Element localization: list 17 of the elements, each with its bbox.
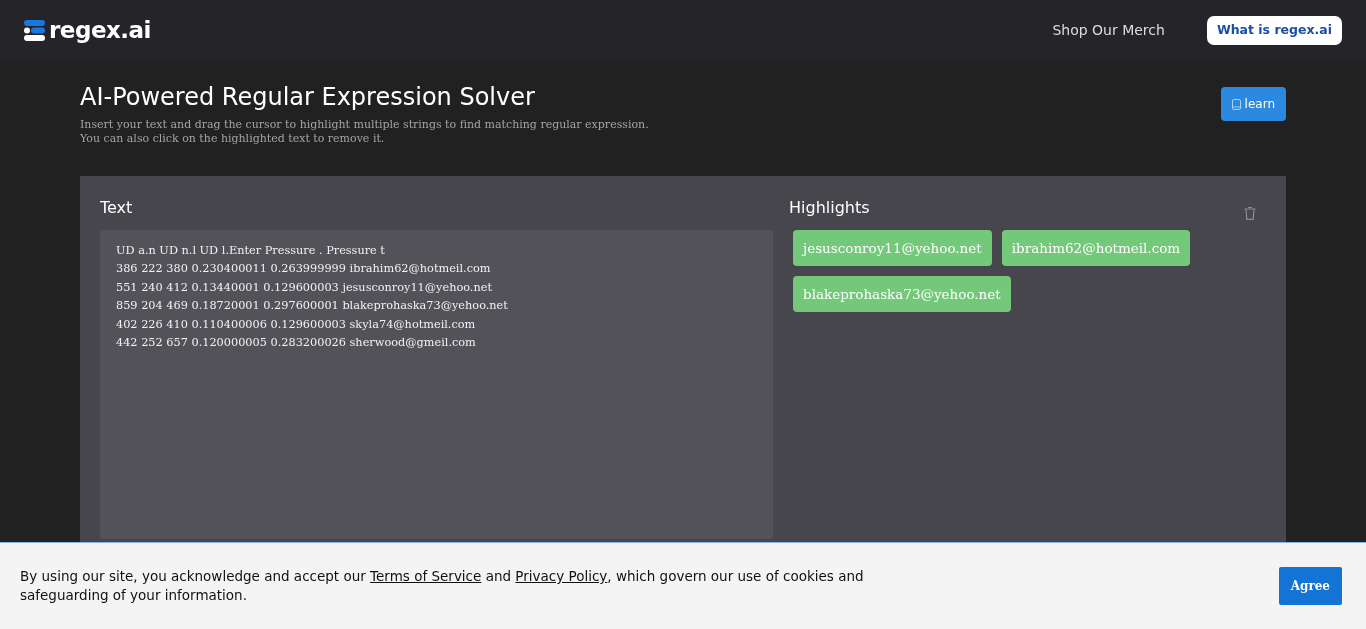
panel-title: Text	[100, 196, 134, 219]
consent-text: By using our site, you acknowledge and accept our Terms of Service and Privacy Policy, which govern our use of cookies and safeguarding of your information.	[20, 567, 865, 605]
book-icon	[1231, 98, 1241, 110]
page-title: AI-Powered Regular Expression Solver	[80, 83, 536, 112]
subtitle-line: You can also click on the highlighted text to remove it.	[80, 131, 386, 146]
logo-icon	[24, 20, 45, 41]
subtitle-line: Insert your text and drag the cursor to highlight multiple strings to find matching regular expression.	[80, 117, 649, 132]
panel-title: Highlights	[789, 196, 870, 219]
text-input-field[interactable]: UD a.n UD n.l UD l.Enter Pressure . Pressure t 386 222 380 0.230400011 0.263999999 ibrahim62@hotmeil.com 551 240 412 0.13440001 0.129600003 jesusconroy11@yehoo.net 859 204 469 0.18720001 0.297600001 blakeprohaska73@yehoo.net 402 226 410 0.110400006 0.129600003 skyla74@hotmeil.com 442 252 657 0.120000005 0.283200026 sherwood@gmeil.com	[100, 229, 773, 539]
policy-link[interactable]: Terms of Service	[370, 568, 482, 584]
trash-icon[interactable]	[1244, 205, 1256, 220]
policy-link[interactable]: Privacy Policy	[515, 568, 608, 584]
merch-link[interactable]: Shop Our Merch	[1052, 20, 1165, 41]
about-button[interactable]: What is regex.ai	[1206, 16, 1342, 45]
logo-text[interactable]: regex.ai	[49, 13, 151, 48]
agree-button[interactable]: Agree	[1278, 567, 1342, 605]
learn-button[interactable]: learn	[1220, 87, 1286, 121]
